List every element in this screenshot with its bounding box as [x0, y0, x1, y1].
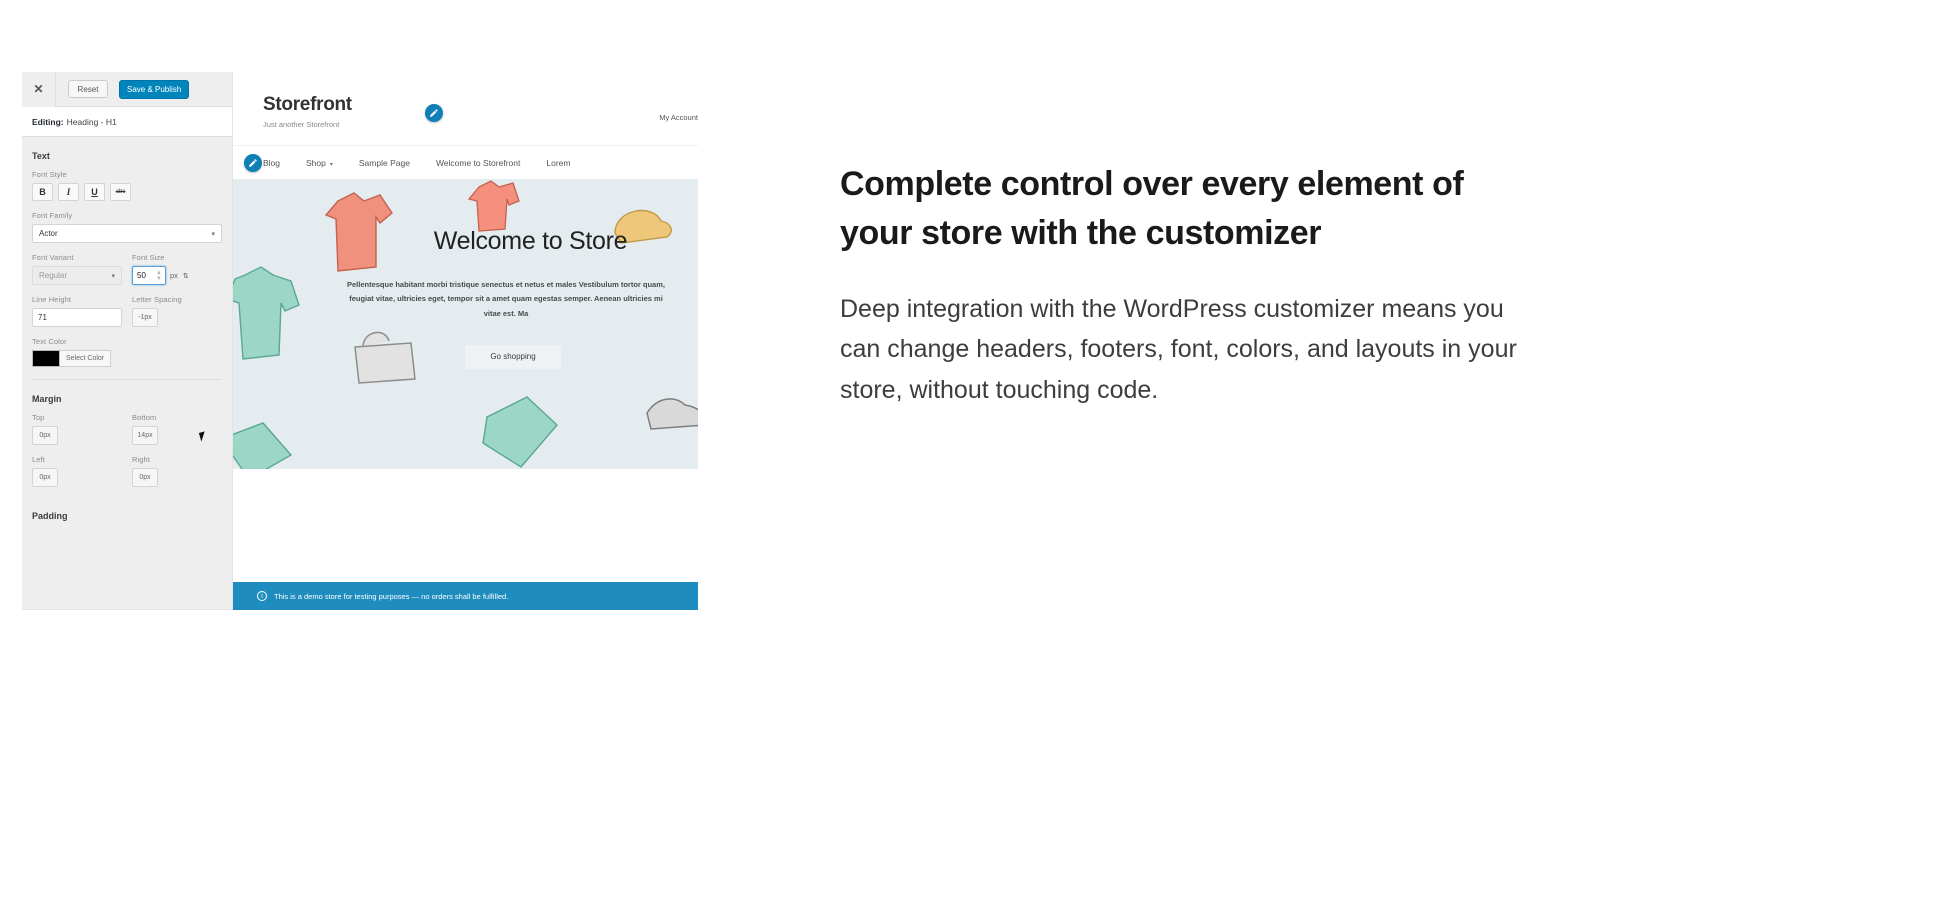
font-family-select[interactable]: Actor ▾ [32, 224, 222, 243]
font-style-label: Font Style [32, 170, 67, 179]
unit-stepper-icon[interactable]: ⇅ [183, 272, 189, 280]
wordpress-customizer-panel: ✕ Reset Save & Publish Editing: Heading … [22, 72, 233, 610]
marketing-copy: Complete control over every element of y… [840, 160, 1540, 410]
scarf-doodle-icon [482, 396, 558, 468]
margin-right-value: 0px [139, 474, 151, 481]
lineheight-letterspacing-row: Line Height 71 Letter Spacing -1px [32, 295, 222, 327]
margin-left-value: 0px [39, 474, 51, 481]
bold-icon[interactable]: B [32, 183, 53, 201]
select-color-button[interactable]: Select Color [60, 350, 112, 367]
info-icon: i [257, 591, 267, 601]
screenshot-root: ✕ Reset Save & Publish Editing: Heading … [0, 0, 1950, 906]
margin-bottom-label: Bottom [132, 413, 157, 422]
save-and-publish-button[interactable]: Save & Publish [119, 79, 190, 99]
fabric-doodle-icon [233, 422, 293, 469]
letter-spacing-input[interactable]: -1px [132, 308, 158, 327]
line-height-field: Line Height 71 [32, 295, 122, 327]
font-size-unit: px [170, 271, 178, 280]
margin-left-label: Left [32, 455, 45, 464]
margin-left-right-row: Left 0px Right 0px [32, 455, 222, 487]
site-preview: Storefront Just another Storefront My Ac… [233, 72, 698, 610]
underline-icon[interactable]: U [84, 183, 105, 201]
account-links: My Account [659, 113, 698, 122]
margin-right-input[interactable]: 0px [132, 468, 158, 487]
customizer-body: Text Font Style B I U abc Font Family Ac… [22, 137, 232, 530]
text-color-label: Text Color [32, 337, 67, 346]
primary-navigation: Blog Shop ▾ Sample Page Welcome to Storef… [233, 145, 698, 179]
margin-top-field: Top 0px [32, 413, 122, 445]
color-swatch[interactable] [32, 350, 60, 367]
text-color-field: Text Color Select Color [32, 337, 222, 367]
font-style-field: Font Style B I U abc [32, 170, 222, 201]
hero-section: Welcome to Store Pellentesque habitant m… [233, 179, 698, 469]
nav-item-shop[interactable]: Shop ▾ [306, 158, 333, 168]
editing-prefix-label: Editing: [32, 116, 64, 127]
section-title-margin: Margin [32, 394, 62, 404]
editing-breadcrumb: Editing: Heading - H1 [22, 107, 232, 137]
nav-item-sample-page[interactable]: Sample Page [359, 158, 410, 168]
marketing-body: Deep integration with the WordPress cust… [840, 294, 1517, 404]
my-account-link[interactable]: My Account [659, 113, 698, 122]
font-size-input[interactable]: 50 ▲ ▼ [132, 266, 166, 285]
font-size-controls: 50 ▲ ▼ px ⇅ [132, 266, 222, 285]
margin-top-bottom-row: Top 0px Bottom 14px [32, 413, 222, 445]
font-variant-value: Regular [39, 271, 68, 280]
edit-pencil-icon[interactable] [425, 104, 443, 122]
margin-bottom-field: Bottom 14px [132, 413, 222, 445]
site-tagline: Just another Storefront [263, 120, 340, 129]
customizer-topbar: ✕ Reset Save & Publish [22, 72, 232, 107]
letter-spacing-value: -1px [138, 314, 152, 321]
site-header: Storefront Just another Storefront My Ac… [233, 72, 698, 172]
font-size-field: Font Size 50 ▲ ▼ px ⇅ [132, 253, 222, 285]
stepper-icon[interactable]: ▲ ▼ [156, 270, 162, 282]
italic-icon[interactable]: I [58, 183, 79, 201]
chevron-down-icon: ▾ [329, 161, 333, 168]
nav-item-welcome-to-storefront[interactable]: Welcome to Storefront [436, 158, 520, 168]
letter-spacing-field: Letter Spacing -1px [132, 295, 222, 327]
hero-content: Welcome to Store Pellentesque habitant m… [233, 227, 698, 369]
strikethrough-icon[interactable]: abc [110, 183, 131, 201]
margin-right-label: Right [132, 455, 151, 464]
demo-store-notice-text: This is a demo store for testing purpose… [274, 591, 509, 601]
nav-item-lorem[interactable]: Lorem [546, 158, 570, 168]
font-family-value: Actor [39, 229, 58, 238]
nav-item-blog[interactable]: Blog [263, 158, 280, 168]
font-style-button-group: B I U abc [32, 183, 222, 201]
font-size-label: Font Size [132, 253, 165, 262]
site-title: Storefront [263, 94, 352, 115]
font-size-value: 50 [137, 271, 146, 280]
close-icon[interactable]: ✕ [22, 72, 56, 107]
font-family-label: Font Family [32, 211, 73, 220]
font-family-field: Font Family Actor ▾ [32, 211, 222, 243]
margin-right-field: Right 0px [132, 455, 222, 487]
margin-top-value: 0px [39, 432, 51, 439]
letter-spacing-label: Letter Spacing [132, 295, 182, 304]
hero-heading: Welcome to Store [433, 227, 628, 255]
demo-store-notice: i This is a demo store for testing purpo… [233, 582, 698, 610]
font-variant-label: Font Variant [32, 253, 74, 262]
line-height-value: 71 [38, 313, 47, 322]
font-variant-select[interactable]: Regular ▾ [32, 266, 122, 285]
hero-paragraph: Pellentesque habitant morbi tristique se… [347, 280, 665, 318]
section-title-padding: Padding [32, 511, 68, 521]
chevron-down-icon: ▾ [211, 230, 215, 238]
chevron-down-icon: ▾ [111, 272, 115, 280]
variant-size-row: Font Variant Regular ▾ Font Size 50 ▲ ▼ p… [32, 253, 222, 285]
margin-left-input[interactable]: 0px [32, 468, 58, 487]
margin-left-field: Left 0px [32, 455, 122, 487]
text-color-picker[interactable]: Select Color [32, 350, 222, 367]
shoe-doodle-icon [646, 398, 698, 430]
font-variant-field: Font Variant Regular ▾ [32, 253, 122, 285]
margin-bottom-value: 14px [137, 432, 153, 439]
line-height-input[interactable]: 71 [32, 308, 122, 327]
marketing-heading: Complete control over every element of y… [840, 165, 1464, 253]
section-title-text: Text [32, 151, 50, 161]
reset-button[interactable]: Reset [68, 80, 108, 98]
margin-top-label: Top [32, 413, 45, 422]
margin-bottom-input[interactable]: 14px [132, 426, 158, 445]
line-height-label: Line Height [32, 295, 72, 304]
go-shopping-button[interactable]: Go shopping [465, 344, 561, 369]
editing-target-label: Heading - H1 [66, 116, 117, 127]
margin-top-input[interactable]: 0px [32, 426, 58, 445]
